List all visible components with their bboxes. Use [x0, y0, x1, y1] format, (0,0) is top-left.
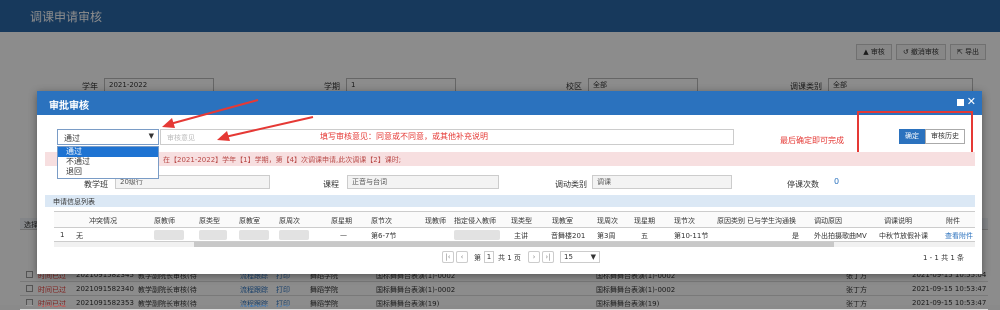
redacted-cell	[199, 230, 227, 240]
view-attachment-link[interactable]: 查看附件	[945, 231, 973, 241]
type-field: 调课	[592, 175, 732, 189]
redacted-cell	[279, 230, 309, 240]
redacted-cell	[154, 230, 184, 240]
column-header: 现周次	[597, 217, 618, 225]
redacted-cell	[239, 230, 269, 240]
list-title: 申请信息列表	[53, 198, 95, 206]
page-size-value: 15	[564, 253, 573, 261]
column-header: 原因类别	[717, 217, 745, 225]
cur-room-cell: 音舞楼201	[551, 232, 586, 240]
column-header: 调课说明	[884, 217, 912, 225]
scroll-thumb[interactable]	[194, 242, 834, 247]
last-page-icon[interactable]: ›|	[542, 251, 554, 263]
communicated-cell: 是	[792, 232, 799, 240]
class-label: 教学班	[84, 180, 108, 189]
suspend-count-label: 停课次数	[787, 180, 819, 189]
prev-page-icon[interactable]: ‹	[456, 251, 468, 263]
column-header: 现教师	[425, 217, 446, 225]
table-row[interactable]: 1 无 — 第6-7节 主讲 音舞楼201 第3周 五 第10-11节 是 外出…	[54, 228, 975, 242]
dropdown-option[interactable]: 退回	[58, 167, 158, 177]
column-header: 原星期	[331, 217, 352, 225]
cur-weekday-cell: 五	[641, 232, 648, 240]
horizontal-scrollbar[interactable]	[54, 242, 975, 247]
page-size-select[interactable]: 15 ▼	[560, 251, 600, 263]
modal-header: 审批审核 ✕	[37, 91, 982, 115]
audit-result-select[interactable]: 通过 ▼	[57, 129, 159, 145]
course-field: 正音与台词	[347, 175, 499, 189]
column-header: 原教室	[239, 217, 260, 225]
notice-text: 在【2021-2022】学年【1】学期，第【4】次调课申请,此次调课【2】课时;	[163, 156, 402, 164]
cur-week-cell: 第3周	[597, 232, 616, 240]
cur-type-cell: 主讲	[514, 232, 528, 240]
list-header: 申请信息列表	[45, 195, 975, 207]
column-header: 现星期	[634, 217, 655, 225]
column-header: 原类型	[199, 217, 220, 225]
orig-period-cell: 第6-7节	[371, 232, 397, 240]
page-input[interactable]: 1	[484, 251, 494, 263]
audit-opinion-placeholder: 审核意见	[167, 134, 195, 142]
column-header: 现类型	[511, 217, 532, 225]
opinion-annotation: 填写审核意见：同意或不同意，或其他补充说明	[320, 132, 488, 141]
chevron-down-icon: ▼	[148, 132, 154, 140]
orig-weekday-cell: —	[340, 231, 347, 239]
page-prefix: 第	[474, 254, 481, 262]
suspend-count-value: 0	[834, 177, 840, 186]
page-info: 1 - 1 共 1 条	[923, 254, 965, 262]
maximize-icon[interactable]	[957, 99, 964, 106]
modal-title: 审批审核	[49, 101, 89, 112]
type-label: 调动类别	[555, 180, 587, 189]
column-header: 附件	[946, 217, 960, 225]
dropdown-option[interactable]: 不通过	[58, 157, 158, 167]
audit-history-button[interactable]: 审核历史	[925, 129, 965, 144]
first-page-icon[interactable]: |‹	[442, 251, 454, 263]
column-header: 冲突情况	[89, 217, 117, 225]
note-cell: 中秋节放假补课	[879, 232, 928, 240]
row-index: 1	[60, 231, 65, 239]
column-header: 现教室	[552, 217, 573, 225]
cur-period-cell: 第10-11节	[674, 232, 709, 240]
audit-result-value: 通过	[64, 134, 80, 143]
column-header: 指定侵入教师	[454, 217, 496, 225]
audit-result-dropdown: 通过 不通过 退回	[57, 146, 159, 179]
course-label: 课程	[323, 180, 339, 189]
reason-cell: 外出拍摄歌曲MV	[814, 232, 867, 240]
column-header: 原周次	[279, 217, 300, 225]
chevron-down-icon: ▼	[590, 253, 596, 261]
next-page-icon[interactable]: ›	[528, 251, 540, 263]
notice-bar: 在【2021-2022】学年【1】学期，第【4】次调课申请,此次调课【2】课时;	[45, 152, 975, 166]
dropdown-option[interactable]: 通过	[58, 147, 158, 157]
grid-header: 冲突情况 原教师 原类型 原教室 原周次 原星期 原节次 现教师 指定侵入教师 …	[54, 211, 975, 228]
confirm-annotation: 最后确定即可完成	[780, 136, 844, 145]
conflict-cell: 无	[76, 232, 83, 240]
column-header: 现节次	[674, 217, 695, 225]
column-header: 原节次	[371, 217, 392, 225]
approval-modal: 审批审核 ✕ 通过 ▼ 通过 不通过 退回 审核意见 填写审核意见：同意或不同意…	[37, 91, 982, 274]
redacted-cell	[454, 230, 500, 240]
column-header: 原教师	[154, 217, 175, 225]
total-pages: 共 1 页	[498, 254, 521, 262]
column-header: 已与学生沟通换	[747, 217, 796, 225]
column-header: 调动原因	[814, 217, 842, 225]
confirm-button[interactable]: 确定	[899, 129, 925, 144]
close-icon[interactable]: ✕	[967, 95, 976, 108]
